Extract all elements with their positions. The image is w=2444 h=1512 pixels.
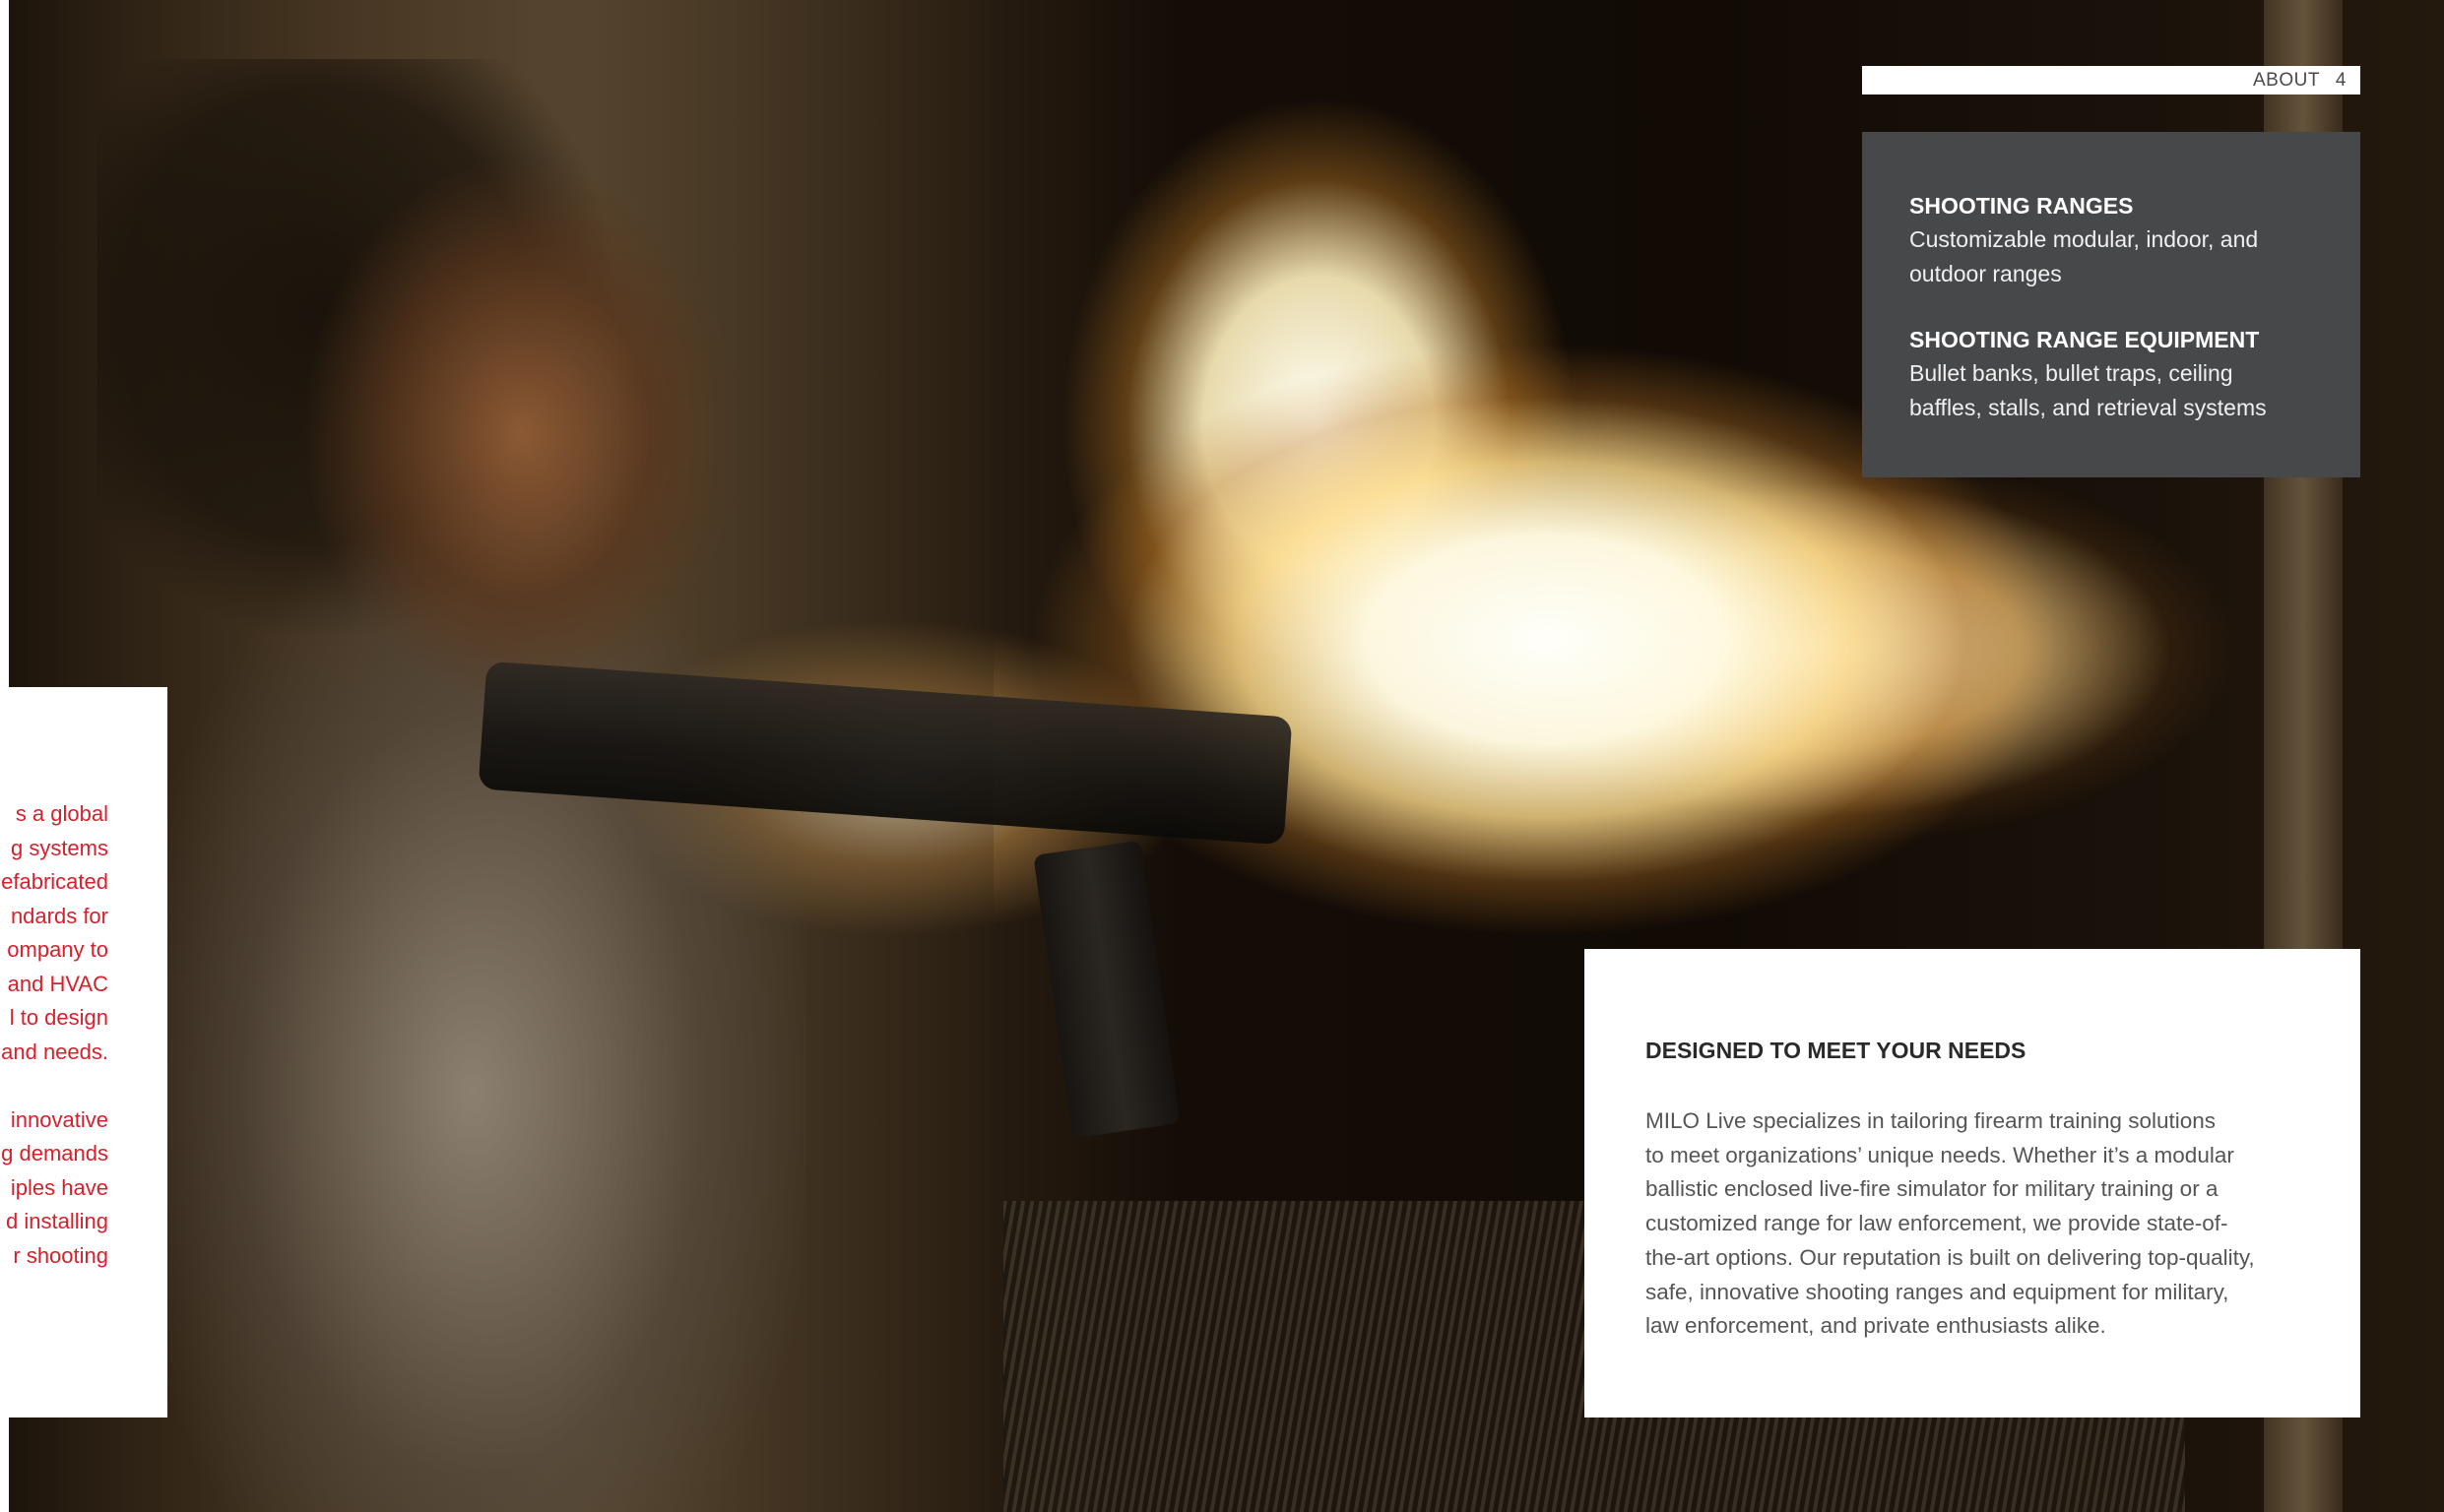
text-line: r shooting [13, 1242, 108, 1268]
text-line: g systems [10, 835, 108, 860]
body-line: safe, innovative shooting ranges and equ… [1645, 1279, 2229, 1304]
text-line: ompany to [7, 937, 108, 962]
offering-range-equipment: SHOOTING RANGE EQUIPMENT Bullet banks, b… [1909, 323, 2321, 425]
text-line: innovative [10, 1106, 108, 1132]
text-line: , and HVAC [0, 971, 108, 996]
text-line: g demands [1, 1141, 108, 1166]
intro-paragraph-1: s a global g systems efabricated ndards … [0, 797, 108, 1069]
body-line: to meet organizations’ unique needs. Whe… [1645, 1142, 2234, 1167]
body-line: ballistic enclosed live-fire simulator f… [1645, 1176, 2219, 1202]
offering-description: Customizable modular, indoor, and outdoo… [1909, 222, 2321, 291]
page-number: 4 [2335, 69, 2347, 91]
text-line: l to design [9, 1005, 108, 1030]
offering-shooting-ranges: SHOOTING RANGES Customizable modular, in… [1909, 189, 2321, 291]
needs-body-text: MILO Live specializes in tailoring firea… [1645, 1104, 2299, 1344]
text-line: and needs. [1, 1039, 108, 1064]
body-line: customized range for law enforcement, we… [1645, 1211, 2228, 1236]
needs-heading: DESIGNED TO MEET YOUR NEEDS [1645, 1038, 2026, 1063]
text-line: s a global [15, 801, 108, 826]
text-line: ndards for [10, 903, 108, 928]
offering-description-line: baffles, stalls, and retrieval systems [1909, 395, 2267, 420]
body-line: law enforcement, and private enthusiasts… [1645, 1313, 2106, 1339]
section-name: ABOUT [2252, 69, 2320, 91]
text-line: iples have [10, 1174, 108, 1200]
offerings-info-box: SHOOTING RANGES Customizable modular, in… [1862, 132, 2360, 477]
offering-description-line: outdoor ranges [1909, 261, 2062, 286]
offering-description: Bullet banks, bullet traps, ceiling baff… [1909, 356, 2321, 425]
brochure-page: ABOUT 4 SHOOTING RANGES Customizable mod… [0, 0, 2444, 1512]
text-line: d installing [6, 1209, 108, 1233]
body-line: the-art options. Our reputation is built… [1645, 1244, 2255, 1270]
text-line: efabricated [1, 869, 108, 894]
offering-title: SHOOTING RANGES [1909, 193, 2134, 219]
designed-to-meet-needs-card: DESIGNED TO MEET YOUR NEEDS MILO Live sp… [1584, 949, 2360, 1418]
offering-title: SHOOTING RANGE EQUIPMENT [1909, 327, 2260, 352]
intro-paragraph-2: innovative g demands iples have d instal… [0, 1103, 108, 1274]
offering-description-line: Bullet banks, bullet traps, ceiling [1909, 360, 2233, 386]
company-intro-text: s a global g systems efabricated ndards … [0, 797, 108, 1307]
page-header-label: ABOUT 4 [1862, 66, 2360, 94]
body-line: MILO Live specializes in tailoring firea… [1645, 1108, 2217, 1133]
rifle-magazine [1033, 840, 1181, 1139]
company-intro-card: s a global g systems efabricated ndards … [0, 687, 167, 1418]
offering-description-line: Customizable modular, indoor, and [1909, 226, 2259, 252]
